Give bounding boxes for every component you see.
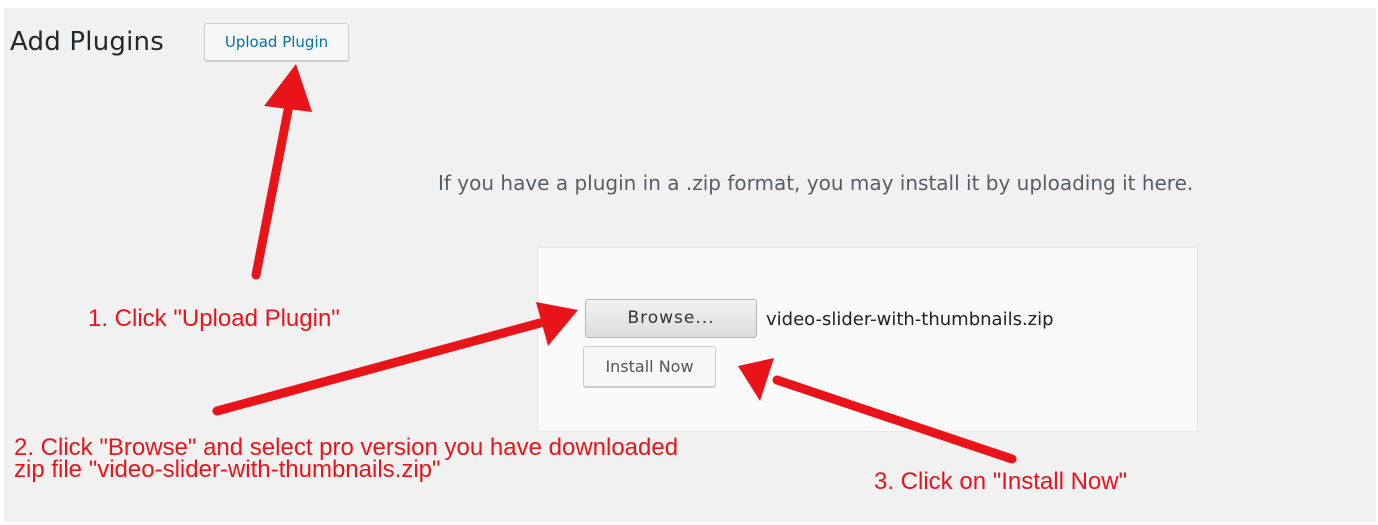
step-2-line-2: zip file "video-slider-with-thumbnails.z… [14,456,441,483]
step-1-annotation: 1. Click "Upload Plugin" [88,305,340,332]
install-now-button[interactable]: Install Now [583,346,716,387]
upload-plugin-panel [537,247,1198,432]
upload-instructions: If you have a plugin in a .zip format, y… [438,171,1194,195]
step-3-annotation: 3. Click on "Install Now" [874,468,1128,495]
browse-button[interactable]: Browse... [585,299,757,338]
step-2-annotation: 2. Click "Browse" and select pro version… [14,436,678,483]
upload-plugin-button[interactable]: Upload Plugin [204,23,349,61]
page-title: Add Plugins [10,27,164,57]
selected-file-name: video-slider-with-thumbnails.zip [766,309,1054,330]
